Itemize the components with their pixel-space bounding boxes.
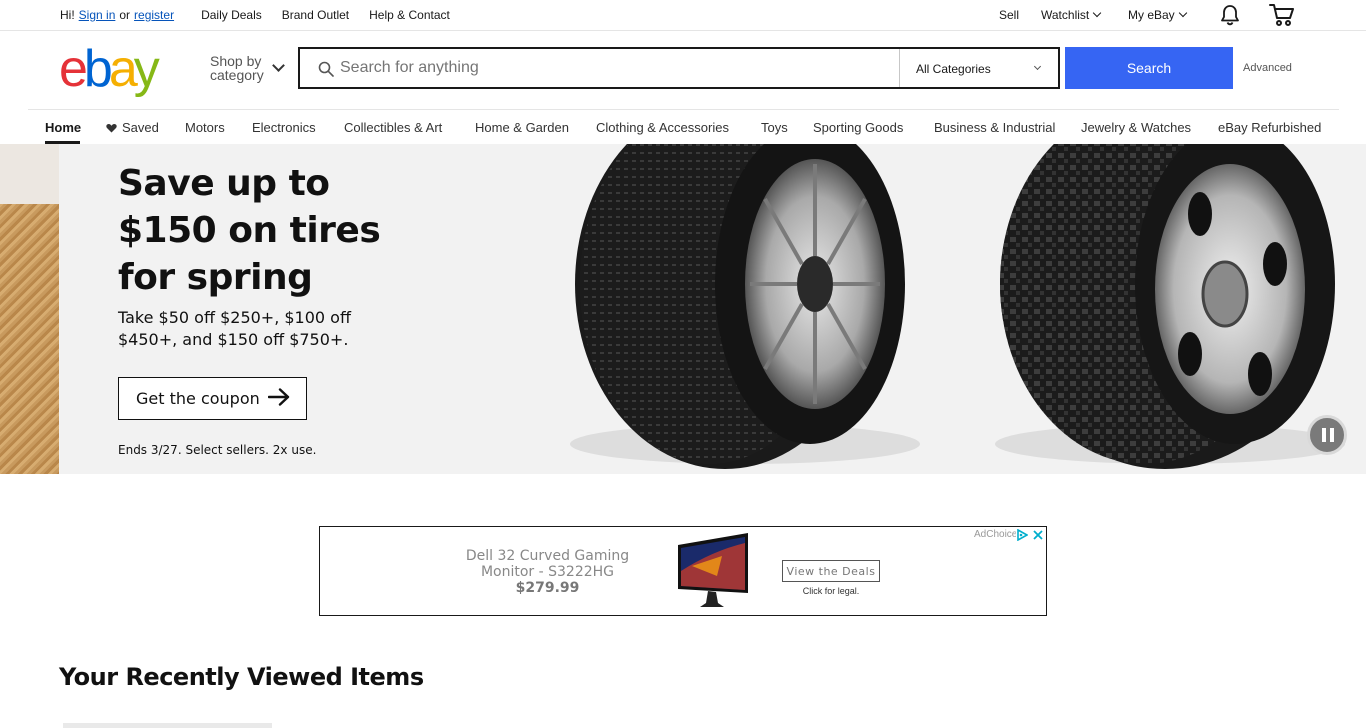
close-icon[interactable] — [1032, 529, 1046, 541]
top-utility-bar: Hi! Sign in or register Daily Deals Bran… — [0, 0, 1366, 31]
brand-outlet-link[interactable]: Brand Outlet — [282, 8, 349, 22]
ad-title: Dell 32 Curved Gaming Monitor - S3222HG — [465, 548, 630, 580]
greeting-text: Hi! — [60, 8, 75, 22]
hero-subtext: Take $50 off $250+, $100 off $450+, and … — [118, 308, 351, 349]
nav-item-business-industrial[interactable]: Business & Industrial — [934, 120, 1055, 135]
ad-legal-link[interactable]: Click for legal. — [782, 586, 880, 596]
cart-icon[interactable] — [1269, 3, 1295, 27]
tire-image — [995, 144, 1345, 469]
shop-by-category-button[interactable]: Shop by category — [210, 54, 264, 82]
watchlist-label: Watchlist — [1041, 8, 1090, 22]
hero-banner[interactable]: Save up to $150 on tires for spring Take… — [0, 144, 1366, 474]
sell-link[interactable]: Sell — [999, 8, 1019, 22]
heart-icon — [106, 123, 117, 132]
nav-item-electronics[interactable]: Electronics — [252, 120, 316, 135]
advanced-search-link[interactable]: Advanced — [1243, 62, 1292, 74]
chevron-down-icon — [1033, 62, 1042, 71]
get-coupon-label: Get the coupon — [136, 389, 260, 408]
register-link[interactable]: register — [134, 8, 174, 22]
search-icon — [318, 61, 334, 82]
nav-item-home[interactable]: Home — [45, 120, 81, 135]
top-left-links: Hi! Sign in or register Daily Deals Bran… — [60, 8, 450, 22]
arrow-right-icon — [267, 387, 290, 410]
recently-viewed-card[interactable] — [63, 723, 272, 728]
category-select[interactable]: All Categories — [899, 49, 1058, 87]
search-button[interactable]: Search — [1065, 47, 1233, 89]
chevron-down-icon — [1178, 8, 1187, 18]
nav-item-clothing-accessories[interactable]: Clothing & Accessories — [596, 120, 729, 135]
ad-price: $279.99 — [515, 580, 580, 596]
nav-item-collectibles-art[interactable]: Collectibles & Art — [344, 120, 442, 135]
daily-deals-link[interactable]: Daily Deals — [201, 8, 262, 22]
adchoices-badge[interactable]: AdChoices — [970, 528, 1046, 542]
nav-item-toys[interactable]: Toys — [761, 120, 788, 135]
recently-viewed-heading: Your Recently Viewed Items — [59, 663, 424, 691]
chevron-down-icon[interactable] — [272, 59, 285, 72]
my-ebay-menu[interactable]: My eBay — [1128, 8, 1187, 22]
nav-item-saved[interactable]: Saved — [106, 120, 159, 135]
monitor-image — [678, 533, 748, 607]
nav-item-sporting-goods[interactable]: Sporting Goods — [813, 120, 903, 135]
pause-icon[interactable] — [1307, 415, 1347, 455]
watchlist-menu[interactable]: Watchlist — [1041, 8, 1102, 22]
category-nav: Home Saved Motors Electronics Collectibl… — [28, 109, 1339, 144]
my-ebay-label: My eBay — [1128, 8, 1175, 22]
nav-item-saved-label: Saved — [122, 120, 159, 135]
sign-in-link[interactable]: Sign in — [79, 8, 116, 22]
shop-by-line1: Shop by — [210, 53, 262, 69]
bell-icon[interactable] — [1219, 4, 1241, 26]
nav-item-ebay-refurbished[interactable]: eBay Refurbished — [1218, 120, 1321, 135]
get-coupon-button[interactable]: Get the coupon — [118, 377, 307, 420]
ebay-logo[interactable]: ebay — [59, 43, 160, 95]
previous-slide-peek — [0, 144, 59, 474]
category-select-value: All Categories — [916, 62, 991, 76]
nav-item-home-garden[interactable]: Home & Garden — [475, 120, 569, 135]
help-contact-link[interactable]: Help & Contact — [369, 8, 450, 22]
or-text: or — [119, 8, 131, 22]
nav-item-jewelry-watches[interactable]: Jewelry & Watches — [1081, 120, 1191, 135]
adchoices-icon — [1016, 528, 1030, 542]
search-input[interactable] — [340, 57, 890, 79]
nav-item-motors[interactable]: Motors — [185, 120, 225, 135]
search-bar: All Categories — [298, 47, 1060, 89]
chevron-down-icon — [1092, 8, 1102, 18]
view-deals-button[interactable]: View the Deals — [782, 560, 880, 582]
hero-headline: Save up to $150 on tires for spring — [118, 163, 381, 298]
hero-fineprint: Ends 3/27. Select sellers. 2x use. — [118, 443, 317, 457]
shop-by-line2: category — [210, 67, 264, 83]
tire-image — [570, 144, 920, 469]
ad-banner[interactable]: Dell 32 Curved Gaming Monitor - S3222HG … — [319, 526, 1047, 616]
